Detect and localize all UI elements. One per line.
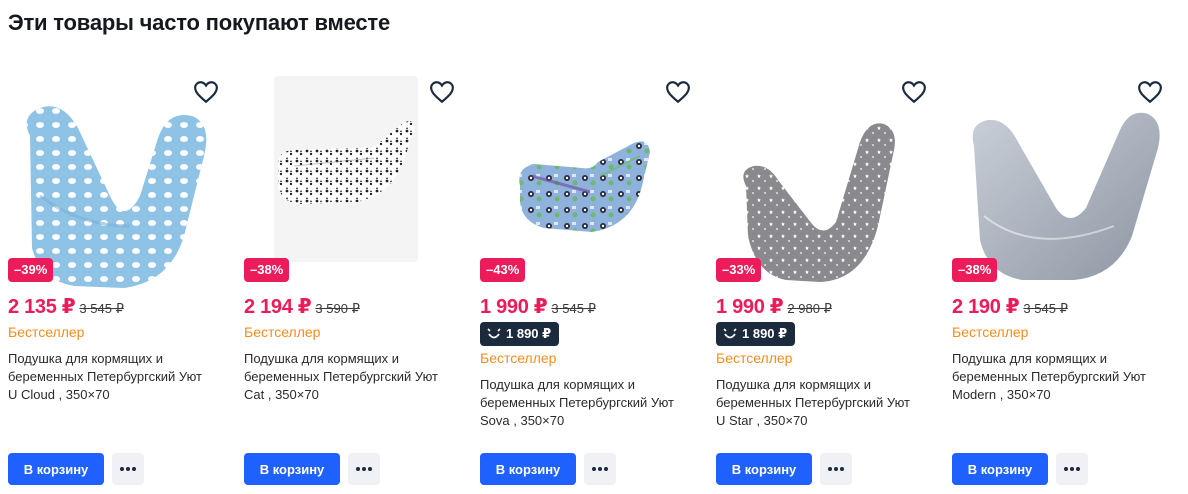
favorite-heart-icon[interactable] xyxy=(192,78,220,106)
product-title-line: Modern , 350×70 xyxy=(952,387,1051,402)
add-to-cart-button[interactable]: В корзину xyxy=(952,453,1048,485)
old-price: 3 545 ₽ xyxy=(551,301,596,316)
price: 1 990 ₽ xyxy=(716,296,784,318)
price-row: 2 135 ₽ 3 545 ₽ xyxy=(8,294,124,319)
product-title-line: беременных Петербургский Уют xyxy=(952,369,1146,384)
more-dots-icon xyxy=(356,467,372,471)
more-options-button[interactable] xyxy=(584,453,616,485)
product-title-line: Подушка для кормящих и xyxy=(952,351,1108,366)
discount-badge: –38% xyxy=(244,258,290,282)
favorite-heart-icon[interactable] xyxy=(664,78,692,106)
product-title-line: Подушка для кормящих и xyxy=(480,377,636,392)
club-smile-icon xyxy=(723,328,737,339)
product-title-line: Cat , 350×70 xyxy=(244,387,319,402)
club-price: 1 890 ₽ xyxy=(742,326,788,341)
club-smile-icon xyxy=(487,328,501,339)
product-title-line: беременных Петербургский Уют xyxy=(244,369,438,384)
price-row: 1 990 ₽ 2 980 ₽ xyxy=(716,294,832,319)
product-title[interactable]: Подушка для кормящих и беременных Петерб… xyxy=(8,350,218,404)
more-dots-icon xyxy=(592,467,608,471)
price-row: 1 990 ₽ 3 545 ₽ xyxy=(480,294,596,319)
section-title: Эти товары часто покупают вместе xyxy=(8,10,390,35)
price-row: 2 194 ₽ 3 590 ₽ xyxy=(244,294,360,319)
discount-badge: –43% xyxy=(480,258,526,282)
old-price: 3 545 ₽ xyxy=(79,301,124,316)
club-price: 1 890 ₽ xyxy=(506,326,552,341)
bestseller-label: Бестселлер xyxy=(244,324,321,340)
old-price: 3 590 ₽ xyxy=(315,301,360,316)
product-title[interactable]: Подушка для кормящих и беременных Петерб… xyxy=(244,350,454,404)
more-options-button[interactable] xyxy=(348,453,380,485)
product-card: –38% 2 190 ₽ 3 545 ₽ Бестселлер Подушка … xyxy=(944,60,1164,494)
bestseller-label: Бестселлер xyxy=(480,350,557,366)
product-title[interactable]: Подушка для кормящих и беременных Петерб… xyxy=(716,376,926,430)
product-title-line: U Star , 350×70 xyxy=(716,413,808,428)
more-dots-icon xyxy=(120,467,136,471)
product-title[interactable]: Подушка для кормящих и беременных Петерб… xyxy=(480,376,690,430)
bestseller-label: Бестселлер xyxy=(8,324,85,340)
discount-badge: –33% xyxy=(716,258,762,282)
product-card: –39% 2 135 ₽ 3 545 ₽ Бестселлер Подушка … xyxy=(0,60,220,494)
pillow-cat-image xyxy=(277,121,414,204)
product-carousel: –39% 2 135 ₽ 3 545 ₽ Бестселлер Подушка … xyxy=(0,60,1188,494)
price: 2 194 ₽ xyxy=(244,296,312,318)
product-card: –33% 1 990 ₽ 2 980 ₽ 1 890 ₽ Бестселлер … xyxy=(708,60,928,494)
product-image[interactable] xyxy=(274,76,418,262)
product-title-line: Подушка для кормящих и xyxy=(8,351,164,366)
price: 1 990 ₽ xyxy=(480,296,548,318)
product-title-line: U Cloud , 350×70 xyxy=(8,387,110,402)
old-price: 3 545 ₽ xyxy=(1023,301,1068,316)
product-title-line: беременных Петербургский Уют xyxy=(8,369,202,384)
product-card: –43% 1 990 ₽ 3 545 ₽ 1 890 ₽ Бестселлер … xyxy=(472,60,692,494)
favorite-heart-icon[interactable] xyxy=(900,78,928,106)
favorite-heart-icon[interactable] xyxy=(1136,78,1164,106)
bestseller-label: Бестселлер xyxy=(716,350,793,366)
club-price-badge: 1 890 ₽ xyxy=(716,322,796,346)
favorite-heart-icon[interactable] xyxy=(428,78,456,106)
more-options-button[interactable] xyxy=(1056,453,1088,485)
add-to-cart-button[interactable]: В корзину xyxy=(8,453,104,485)
add-to-cart-button[interactable]: В корзину xyxy=(716,453,812,485)
old-price: 2 980 ₽ xyxy=(787,301,832,316)
discount-badge: –39% xyxy=(8,258,54,282)
product-title-line: беременных Петербургский Уют xyxy=(716,395,910,410)
price-row: 2 190 ₽ 3 545 ₽ xyxy=(952,294,1068,319)
product-title-line: Sova , 350×70 xyxy=(480,413,565,428)
add-to-cart-button[interactable]: В корзину xyxy=(244,453,340,485)
club-price-badge: 1 890 ₽ xyxy=(480,322,560,346)
discount-badge: –38% xyxy=(952,258,998,282)
more-options-button[interactable] xyxy=(112,453,144,485)
more-options-button[interactable] xyxy=(820,453,852,485)
price: 2 135 ₽ xyxy=(8,296,76,318)
add-to-cart-button[interactable]: В корзину xyxy=(480,453,576,485)
price: 2 190 ₽ xyxy=(952,296,1020,318)
more-dots-icon xyxy=(1064,467,1080,471)
bestseller-label: Бестселлер xyxy=(952,324,1029,340)
product-title-line: Подушка для кормящих и xyxy=(716,377,872,392)
more-dots-icon xyxy=(828,467,844,471)
product-card: –38% 2 194 ₽ 3 590 ₽ Бестселлер Подушка … xyxy=(236,60,456,494)
product-title[interactable]: Подушка для кормящих и беременных Петерб… xyxy=(952,350,1162,404)
product-title-line: Подушка для кормящих и xyxy=(244,351,400,366)
product-title-line: беременных Петербургский Уют xyxy=(480,395,674,410)
